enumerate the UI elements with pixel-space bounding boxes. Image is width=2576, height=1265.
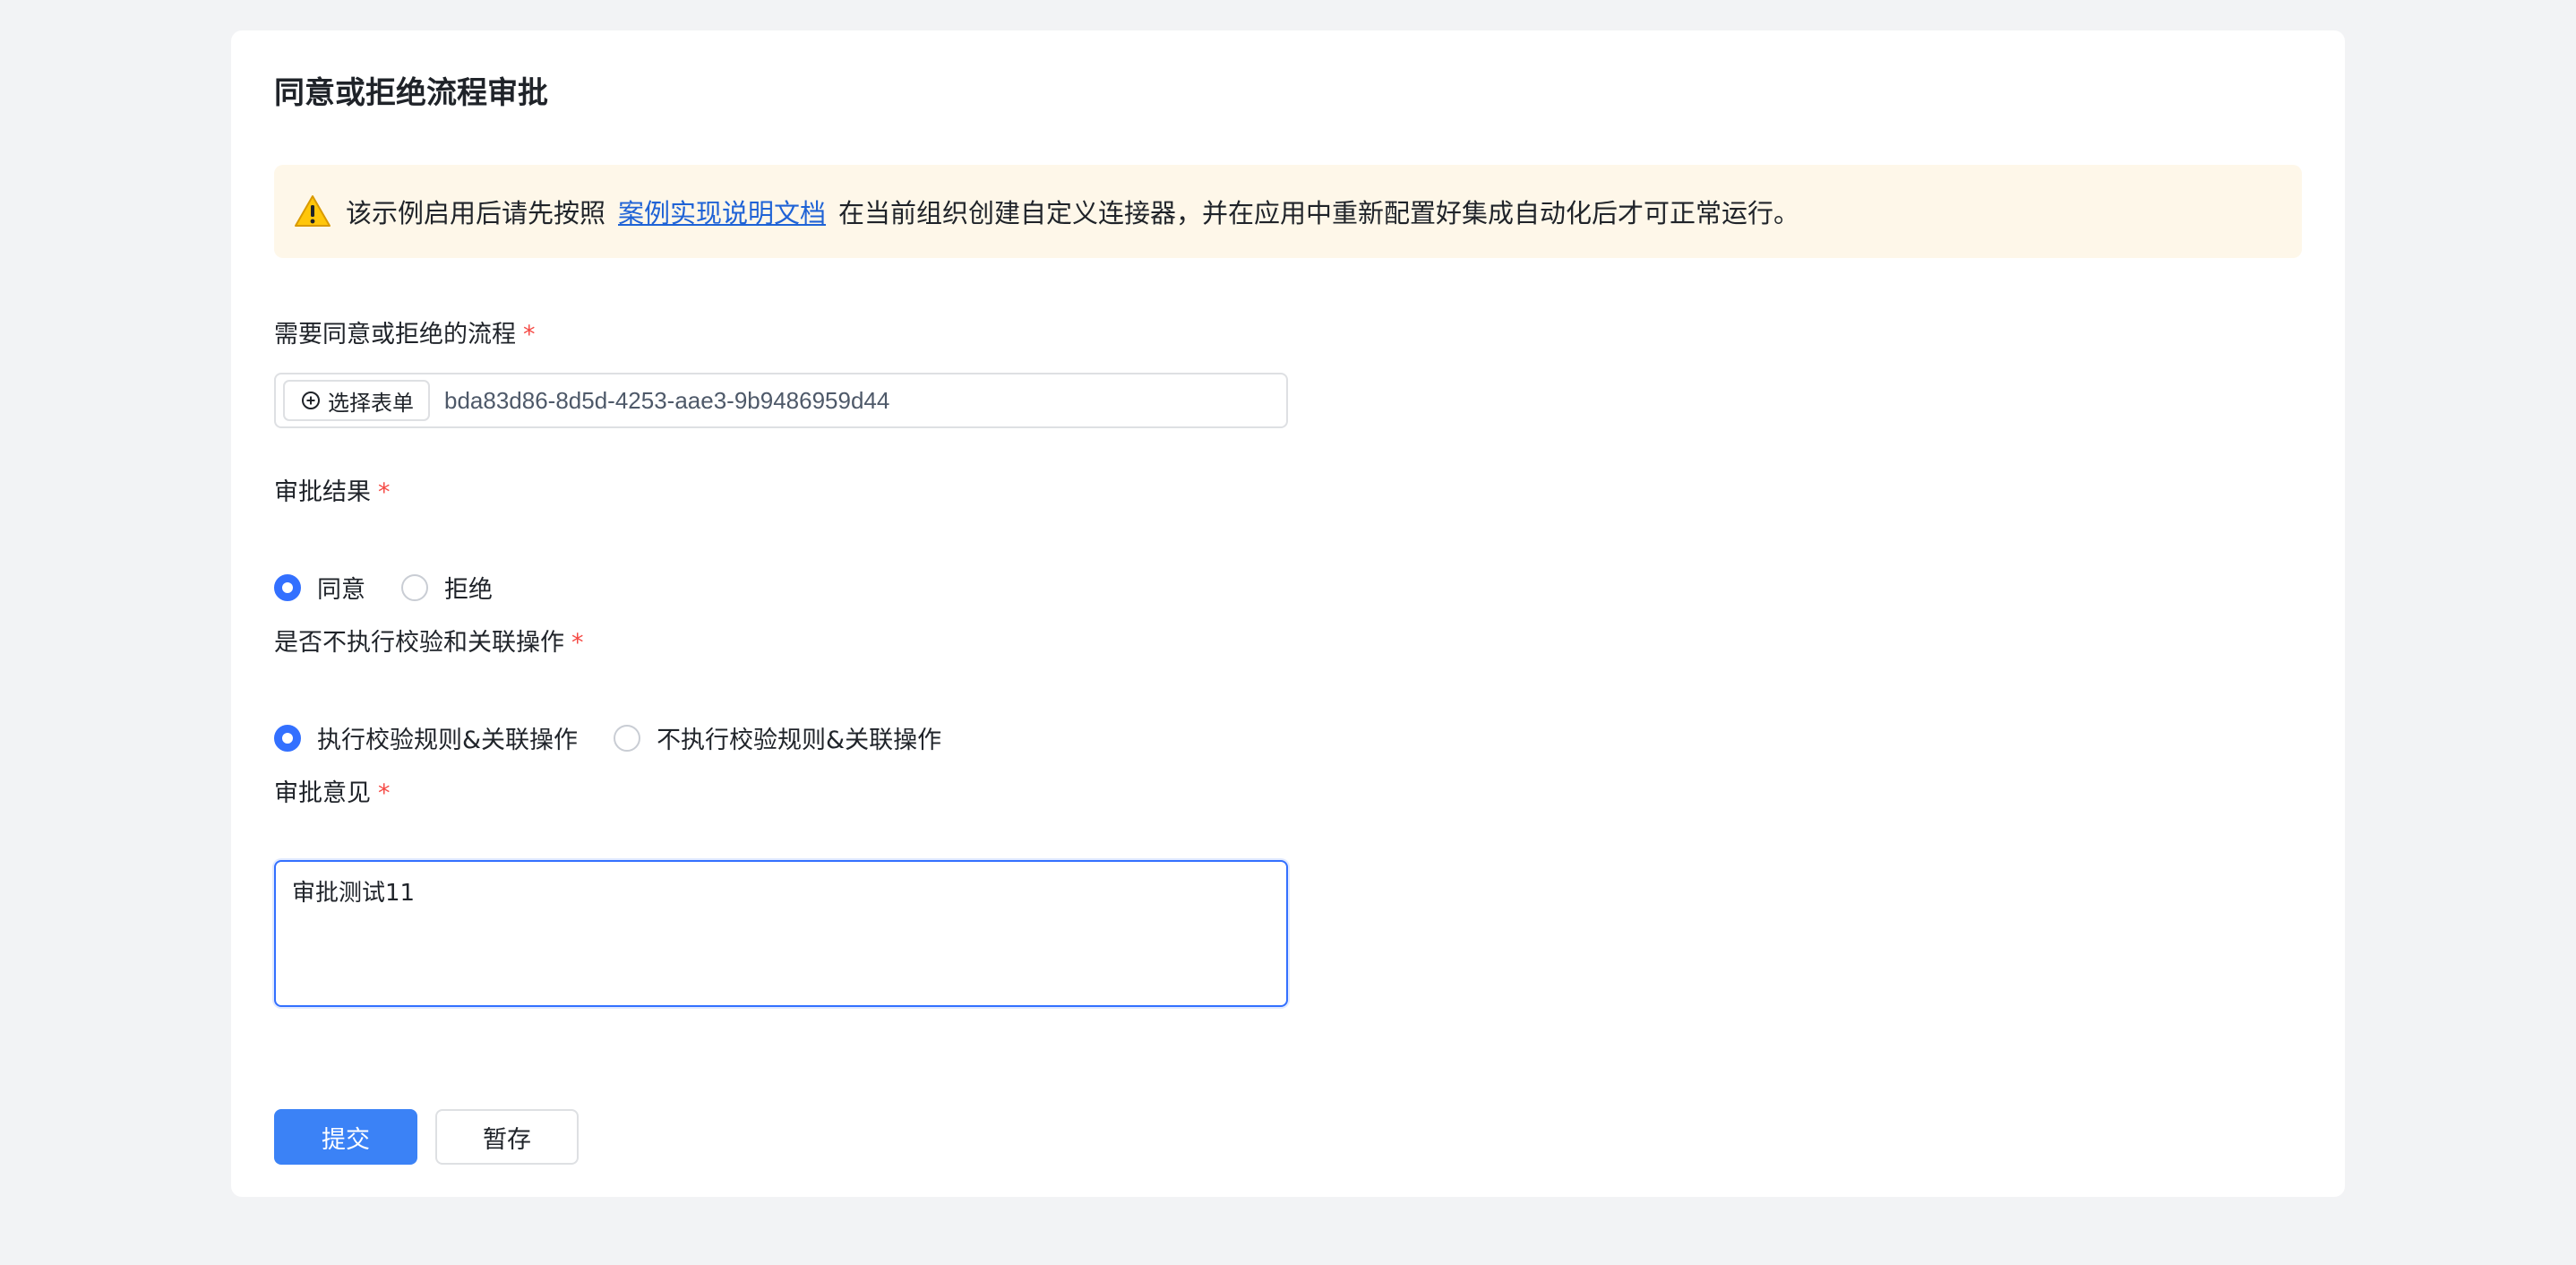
result-radio-group: 同意 拒绝: [274, 570, 528, 605]
required-mark: *: [523, 321, 536, 349]
required-mark: *: [378, 779, 391, 807]
validation-radio-group: 执行校验规则&关联操作 不执行校验规则&关联操作: [274, 720, 977, 755]
comment-field-label: 审批意见 *: [274, 776, 391, 812]
required-mark: *: [378, 478, 391, 506]
alert-text: 该示例启用后请先按照 案例实现说明文档 在当前组织创建自定义连接器，并在应用中重新配…: [346, 193, 1799, 230]
radio-unchecked[interactable]: [401, 573, 428, 601]
radio-option-execute-validation[interactable]: 执行校验规则&关联操作: [274, 720, 578, 755]
radio-label: 不执行校验规则&关联操作: [657, 727, 942, 754]
comment-label-text: 审批意见: [274, 779, 371, 807]
form-card: 同意或拒绝流程审批 该示例启用后请先按照 案例实现说明文档 在当前组织创建自定义连接…: [231, 30, 2345, 1197]
radio-option-reject[interactable]: 拒绝: [401, 570, 493, 605]
warning-alert: 该示例启用后请先按照 案例实现说明文档 在当前组织创建自定义连接器，并在应用中重新配…: [274, 165, 2302, 258]
process-id-value: bda83d86-8d5d-4253-aae3-9b9486959d44: [444, 386, 890, 414]
page-title: 同意或拒绝流程审批: [274, 75, 548, 111]
radio-option-skip-validation[interactable]: 不执行校验规则&关联操作: [614, 720, 941, 755]
alert-text-before: 该示例启用后请先按照: [346, 198, 606, 228]
process-label-text: 需要同意或拒绝的流程: [274, 321, 516, 349]
select-form-button[interactable]: 选择表单: [283, 380, 430, 421]
plus-circle-icon: [302, 392, 320, 409]
save-draft-button[interactable]: 暂存: [435, 1109, 579, 1165]
instructions-doc-link[interactable]: 案例实现说明文档: [618, 198, 826, 228]
warning-icon: [295, 195, 331, 227]
skip-validation-label-text: 是否不执行校验和关联操作: [274, 629, 564, 657]
comment-textarea[interactable]: 审批测试11: [274, 860, 1288, 1007]
skip-validation-field-label: 是否不执行校验和关联操作 *: [274, 625, 584, 661]
radio-checked[interactable]: [274, 573, 301, 601]
radio-option-approve[interactable]: 同意: [274, 570, 365, 605]
radio-unchecked[interactable]: [614, 724, 641, 752]
submit-button[interactable]: 提交: [274, 1109, 417, 1165]
radio-checked[interactable]: [274, 724, 301, 752]
process-select-field[interactable]: 选择表单 bda83d86-8d5d-4253-aae3-9b9486959d4…: [274, 373, 1288, 428]
result-field-label: 审批结果 *: [274, 475, 391, 511]
radio-label: 执行校验规则&关联操作: [317, 727, 579, 754]
required-mark: *: [571, 629, 584, 657]
result-label-text: 审批结果: [274, 478, 371, 506]
radio-label: 同意: [317, 576, 365, 604]
select-form-button-label: 选择表单: [328, 390, 414, 416]
process-field-label: 需要同意或拒绝的流程 *: [274, 317, 536, 353]
radio-label: 拒绝: [444, 576, 493, 604]
alert-text-after: 在当前组织创建自定义连接器，并在应用中重新配置好集成自动化后才可正常运行。: [838, 198, 1800, 228]
